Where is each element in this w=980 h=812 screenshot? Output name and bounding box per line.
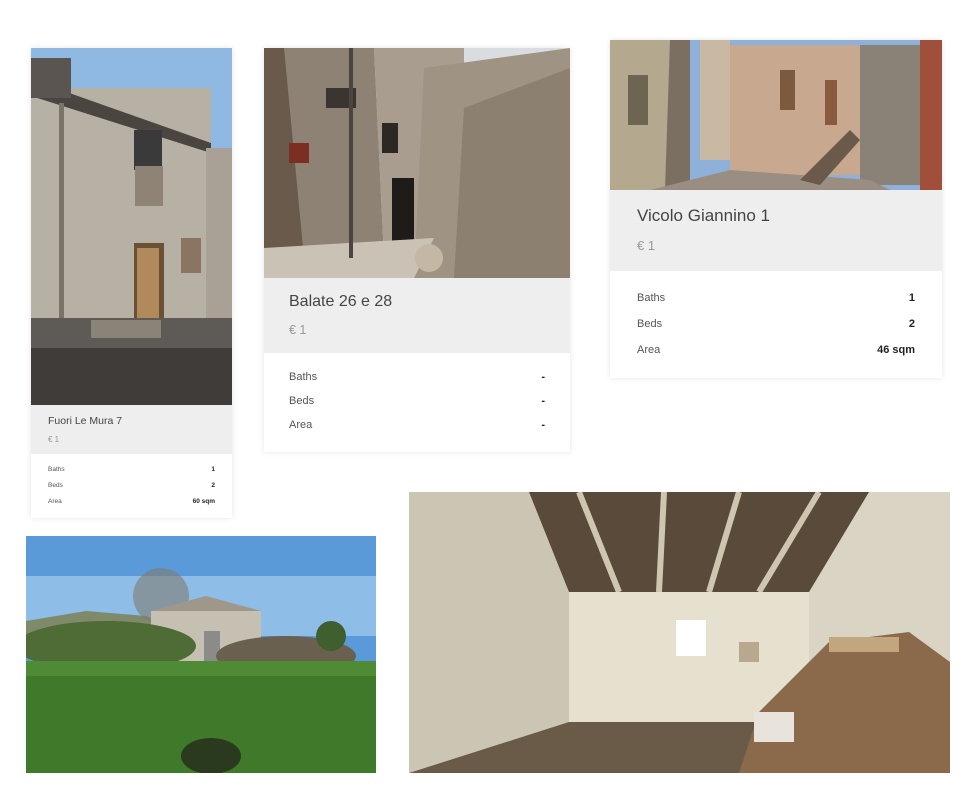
listing-header: Balate 26 e 28 € 1 bbox=[264, 278, 570, 353]
detail-label: Beds bbox=[637, 318, 663, 330]
detail-value: - bbox=[541, 371, 545, 383]
detail-value: 1 bbox=[908, 292, 915, 304]
detail-label: Baths bbox=[289, 371, 318, 383]
detail-row-baths: Baths 1 bbox=[610, 292, 942, 304]
detail-value: 60 sqm bbox=[192, 498, 215, 505]
countryside-hut-image bbox=[26, 536, 376, 773]
listing-card-fuori-le-mura[interactable]: Fuori Le Mura 7 € 1 Baths 1 Beds 2 Area … bbox=[31, 48, 232, 518]
detail-label: Baths bbox=[637, 292, 666, 304]
listing-photo-stone-house[interactable] bbox=[31, 48, 232, 405]
listing-card-balate[interactable]: Balate 26 e 28 € 1 Baths - Beds - Area - bbox=[264, 48, 570, 452]
detail-row-baths: Baths - bbox=[264, 371, 570, 383]
detail-value: 46 sqm bbox=[877, 344, 915, 356]
detail-value: - bbox=[541, 395, 545, 407]
detail-row-beds: Beds 2 bbox=[31, 482, 232, 489]
detail-row-area: Area 60 sqm bbox=[31, 498, 232, 505]
detail-value: 1 bbox=[211, 466, 215, 473]
detail-row-area: Area 46 sqm bbox=[610, 344, 942, 356]
detail-value: 2 bbox=[211, 482, 215, 489]
detail-value: - bbox=[541, 419, 545, 431]
listing-header: Vicolo Giannino 1 € 1 bbox=[610, 190, 942, 271]
photo-derelict-interior[interactable] bbox=[409, 492, 950, 773]
listing-title[interactable]: Vicolo Giannino 1 bbox=[637, 206, 770, 226]
listing-price: € 1 bbox=[289, 323, 307, 337]
detail-label: Area bbox=[48, 498, 62, 505]
detail-label: Baths bbox=[48, 466, 65, 473]
listing-title[interactable]: Balate 26 e 28 bbox=[289, 293, 392, 311]
listing-price: € 1 bbox=[48, 435, 60, 444]
listing-photo-narrow-street[interactable] bbox=[610, 40, 942, 190]
narrow-street-image bbox=[610, 40, 942, 190]
listing-price: € 1 bbox=[637, 238, 656, 253]
detail-row-baths: Baths 1 bbox=[31, 466, 232, 473]
detail-row-area: Area - bbox=[264, 419, 570, 431]
detail-label: Area bbox=[637, 344, 661, 356]
detail-label: Beds bbox=[289, 395, 315, 407]
listing-card-vicolo-giannino[interactable]: Vicolo Giannino 1 € 1 Baths 1 Beds 2 Are… bbox=[610, 40, 942, 378]
photo-countryside-hut[interactable] bbox=[26, 536, 376, 773]
ruined-street-image bbox=[264, 48, 570, 278]
listing-title[interactable]: Fuori Le Mura 7 bbox=[48, 415, 122, 427]
listing-header: Fuori Le Mura 7 € 1 bbox=[31, 405, 232, 454]
detail-label: Area bbox=[289, 419, 313, 431]
detail-value: 2 bbox=[908, 318, 915, 330]
detail-label: Beds bbox=[48, 482, 63, 489]
listing-photo-ruined-street[interactable] bbox=[264, 48, 570, 278]
detail-row-beds: Beds - bbox=[264, 395, 570, 407]
detail-row-beds: Beds 2 bbox=[610, 318, 942, 330]
stone-house-image bbox=[31, 48, 232, 405]
derelict-interior-image bbox=[409, 492, 950, 773]
